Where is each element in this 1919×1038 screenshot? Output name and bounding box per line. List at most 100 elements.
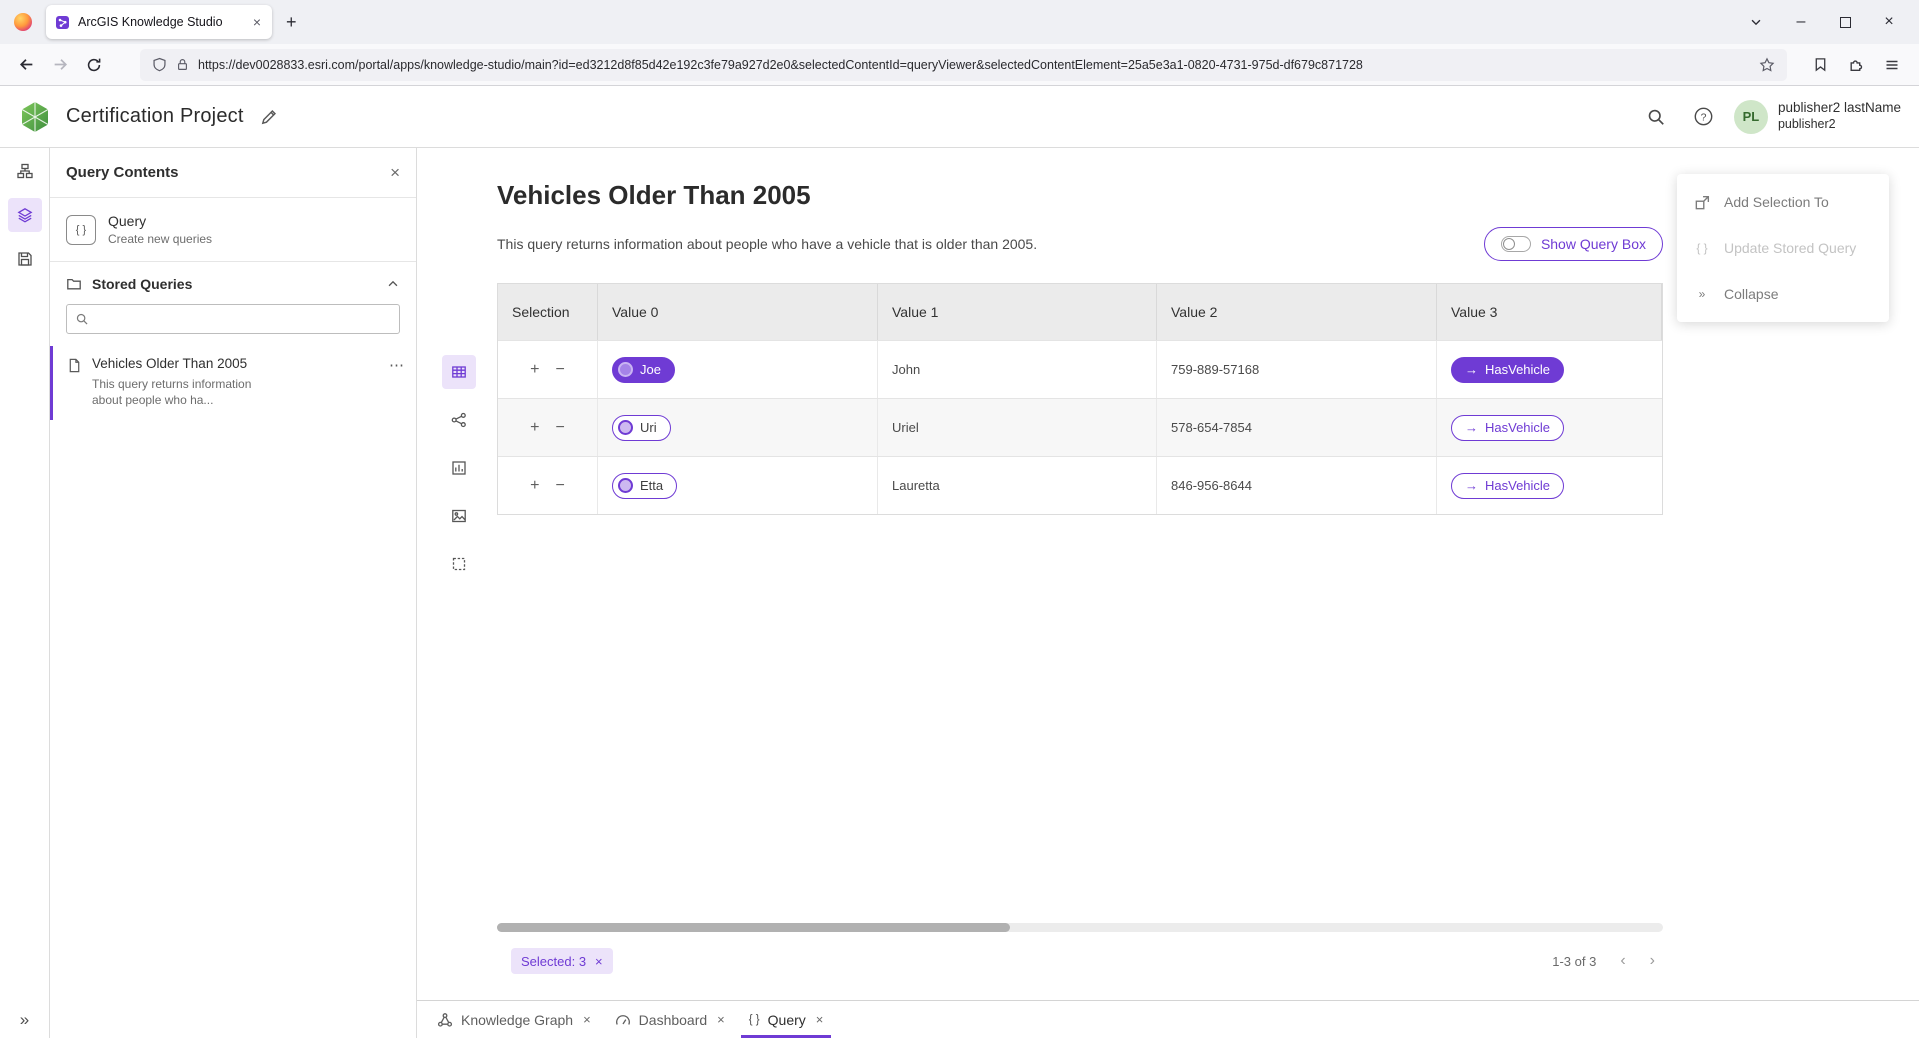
- selection-tools-icon[interactable]: [442, 547, 476, 581]
- table-view-icon[interactable]: [442, 355, 476, 389]
- menu-icon[interactable]: [1875, 48, 1909, 82]
- table-row[interactable]: + − Etta Lauretta 846-956-8644: [498, 456, 1662, 514]
- table-empty-space: [497, 515, 1663, 915]
- value0-cell: Etta: [598, 457, 878, 514]
- pocket-icon[interactable]: [1803, 48, 1837, 82]
- stored-query-item[interactable]: Vehicles Older Than 2005 This query retu…: [50, 346, 416, 420]
- value3-cell: → HasVehicle: [1437, 341, 1662, 398]
- tab-knowledge-graph[interactable]: Knowledge Graph ×: [425, 1001, 603, 1038]
- user-name: publisher2 lastName: [1778, 100, 1901, 117]
- collapse-section-chevron-icon[interactable]: [386, 277, 400, 291]
- item-options-icon[interactable]: ⋯: [389, 356, 404, 373]
- tracking-shield-icon[interactable]: [152, 57, 167, 72]
- toggle-switch[interactable]: [1501, 236, 1531, 252]
- stored-queries-search-input[interactable]: [97, 311, 391, 328]
- relationship-pill[interactable]: → HasVehicle: [1451, 473, 1564, 499]
- reload-button[interactable]: [78, 49, 110, 81]
- column-header[interactable]: Value 3: [1437, 284, 1662, 340]
- folder-icon: [66, 276, 82, 292]
- clear-selection-icon[interactable]: ×: [595, 955, 603, 968]
- document-icon: [67, 358, 82, 373]
- expand-panel-icon[interactable]: »: [20, 1011, 29, 1028]
- entity-pill[interactable]: Joe: [612, 357, 675, 383]
- value0-cell: Uri: [598, 399, 878, 456]
- window-close-button[interactable]: ×: [1867, 0, 1911, 44]
- column-header[interactable]: Value 0: [598, 284, 878, 340]
- bookmark-star-icon[interactable]: [1759, 57, 1775, 73]
- panel-title: Query Contents: [66, 164, 390, 181]
- value1-cell: Lauretta: [878, 457, 1157, 514]
- menu-item-add-selection-to[interactable]: Add Selection To: [1677, 179, 1889, 225]
- tab-query[interactable]: { } Query ×: [737, 1001, 836, 1038]
- forward-button[interactable]: [44, 49, 76, 81]
- table-row[interactable]: + − Joe John 759-889-57168: [498, 340, 1662, 398]
- next-page-icon[interactable]: ›: [1650, 953, 1655, 969]
- save-icon[interactable]: [8, 242, 42, 276]
- add-selection-icon[interactable]: +: [530, 478, 539, 494]
- entity-pill[interactable]: Etta: [612, 473, 677, 499]
- menu-item-update-stored-query[interactable]: { } Update Stored Query: [1677, 225, 1889, 271]
- stored-query-title: Vehicles Older Than 2005: [92, 356, 282, 371]
- firefox-icon[interactable]: [14, 13, 32, 31]
- window-maximize-button[interactable]: [1823, 0, 1867, 44]
- close-tab-icon[interactable]: ×: [583, 1012, 591, 1027]
- tab-dashboard[interactable]: Dashboard ×: [603, 1001, 737, 1038]
- list-tabs-chevron-icon[interactable]: [1737, 15, 1775, 29]
- hierarchy-icon[interactable]: [8, 154, 42, 188]
- url-text[interactable]: https://dev0028833.esri.com/portal/apps/…: [198, 58, 1750, 72]
- remove-selection-icon[interactable]: −: [556, 362, 565, 378]
- url-bar[interactable]: https://dev0028833.esri.com/portal/apps/…: [140, 49, 1787, 81]
- horizontal-scrollbar[interactable]: [497, 923, 1663, 932]
- browser-tab[interactable]: ArcGIS Knowledge Studio ×: [46, 5, 272, 39]
- entity-pill[interactable]: Uri: [612, 415, 671, 441]
- remove-selection-icon[interactable]: −: [556, 478, 565, 494]
- braces-icon: { }: [1693, 241, 1711, 255]
- user-menu[interactable]: PL publisher2 lastName publisher2: [1734, 100, 1901, 134]
- extensions-icon[interactable]: [1839, 48, 1873, 82]
- remove-selection-icon[interactable]: −: [556, 420, 565, 436]
- user-username: publisher2: [1778, 117, 1901, 133]
- chart-view-icon[interactable]: [442, 451, 476, 485]
- selected-count-chip[interactable]: Selected: 3 ×: [511, 948, 613, 974]
- results-table-container: Selection Value 0 Value 1 Value 2 Value …: [497, 283, 1663, 1000]
- value1-cell: Uriel: [878, 399, 1157, 456]
- help-icon[interactable]: ?: [1686, 99, 1722, 135]
- column-header[interactable]: Value 1: [878, 284, 1157, 340]
- browser-tab-title: ArcGIS Knowledge Studio: [78, 15, 243, 29]
- relationship-pill[interactable]: → HasVehicle: [1451, 357, 1564, 383]
- scrollbar-thumb[interactable]: [497, 923, 1010, 932]
- add-selection-icon[interactable]: +: [530, 362, 539, 378]
- table-row[interactable]: + − Uri Uriel 578-654-7854: [498, 398, 1662, 456]
- panel-close-icon[interactable]: ×: [390, 164, 400, 181]
- relationship-pill[interactable]: → HasVehicle: [1451, 415, 1564, 441]
- new-query-item[interactable]: { } Query Create new queries: [50, 198, 416, 262]
- show-query-box-toggle[interactable]: Show Query Box: [1484, 227, 1663, 261]
- map-view-icon[interactable]: [442, 499, 476, 533]
- new-tab-button[interactable]: +: [276, 12, 307, 33]
- previous-page-icon[interactable]: ‹: [1620, 953, 1625, 969]
- close-tab-icon[interactable]: ×: [717, 1012, 725, 1027]
- value1-cell: John: [878, 341, 1157, 398]
- tab-close-icon[interactable]: ×: [251, 14, 263, 30]
- menu-item-collapse[interactable]: » Collapse: [1677, 271, 1889, 317]
- browser-navbar: https://dev0028833.esri.com/portal/apps/…: [0, 44, 1919, 86]
- entity-label: Etta: [640, 478, 663, 493]
- column-header[interactable]: Value 2: [1157, 284, 1437, 340]
- avatar[interactable]: PL: [1734, 100, 1768, 134]
- selection-cell: + −: [498, 457, 598, 514]
- close-tab-icon[interactable]: ×: [816, 1012, 824, 1027]
- relationship-label: HasVehicle: [1485, 362, 1550, 377]
- add-selection-icon[interactable]: +: [530, 420, 539, 436]
- results-table: Selection Value 0 Value 1 Value 2 Value …: [497, 283, 1663, 515]
- search-icon[interactable]: [1638, 99, 1674, 135]
- back-button[interactable]: [10, 49, 42, 81]
- column-header[interactable]: Selection: [498, 284, 598, 340]
- lock-icon[interactable]: [176, 58, 189, 71]
- window-minimize-button[interactable]: –: [1779, 0, 1823, 44]
- link-chart-view-icon[interactable]: [442, 403, 476, 437]
- selection-cell: + −: [498, 341, 598, 398]
- new-query-subtitle: Create new queries: [108, 232, 212, 246]
- layers-icon[interactable]: [8, 198, 42, 232]
- question-glyph: ?: [1701, 111, 1707, 123]
- edit-title-pencil-icon[interactable]: [260, 108, 278, 126]
